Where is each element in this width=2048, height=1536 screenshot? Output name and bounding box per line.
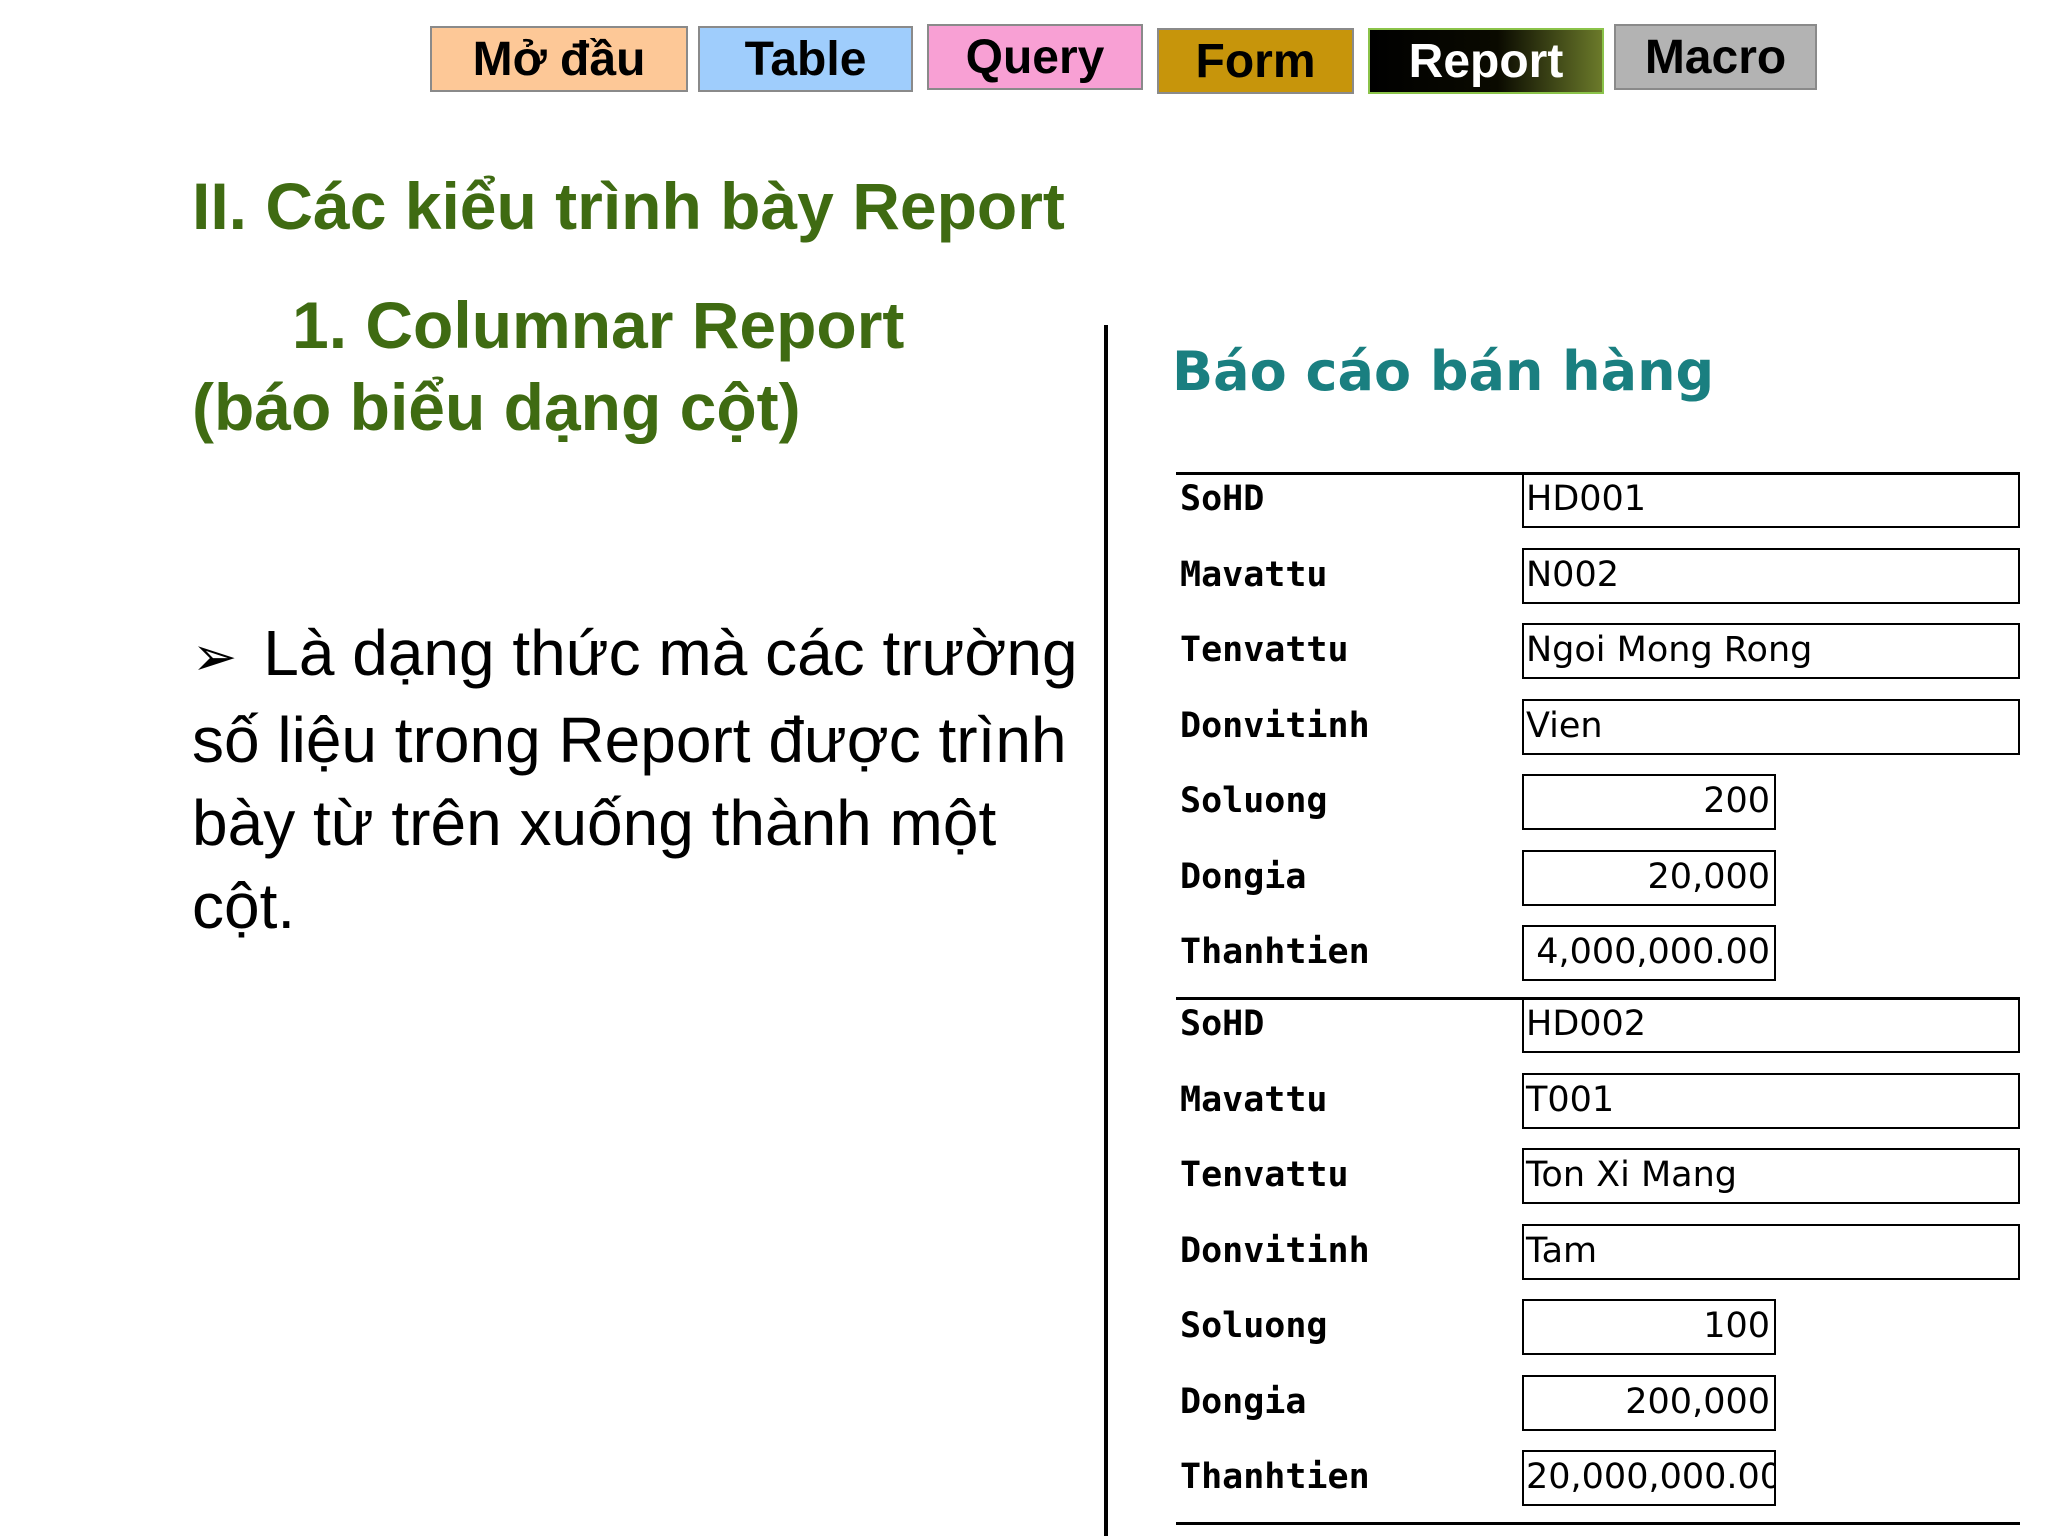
field-label: Mavattu (1180, 1079, 1328, 1120)
tab-report[interactable]: Report (1368, 28, 1604, 94)
field-value: Vien (1522, 698, 2020, 755)
report-title: Báo cáo bán hàng (1172, 340, 1715, 403)
tab-table[interactable]: Table (698, 26, 913, 92)
record-separator (1176, 1522, 2020, 1525)
field-value: T001 (1522, 1072, 2020, 1129)
bullet-text: Là dạng thức mà các trường số liệu trong… (192, 617, 1078, 942)
tab-query[interactable]: Query (927, 24, 1143, 90)
subtitle-line-2: (báo biểu dạng cột) (192, 370, 801, 444)
field-value: 200 (1522, 774, 1776, 830)
field-value: 200,000 (1522, 1374, 1776, 1431)
field-value: Tam (1522, 1223, 2020, 1280)
tab-form[interactable]: Form (1157, 28, 1354, 94)
slide-subtitle: 1. Columnar Report (báo biểu dạng cột) (192, 284, 904, 448)
field-label: SoHD (1180, 479, 1265, 519)
field-value: 20,000,000.00 (1522, 1450, 1776, 1506)
field-value: N002 (1522, 547, 2020, 604)
field-value: Ton Xi Mang (1522, 1148, 2020, 1204)
subtitle-line-1: 1. Columnar Report (292, 288, 905, 362)
vertical-divider (1104, 325, 1108, 1536)
field-label: Tenvattu (1180, 1155, 1349, 1195)
field-label: Thanhtien (1180, 1457, 1370, 1497)
field-value: Ngoi Mong Rong (1522, 623, 2020, 679)
field-label: Soluong (1180, 1306, 1328, 1346)
tab-macro[interactable]: Macro (1614, 24, 1817, 90)
field-value: HD001 (1522, 472, 2020, 528)
field-label: Tenvattu (1180, 630, 1349, 670)
bullet-paragraph: ➢ Là dạng thức mà các trường số liệu tron… (192, 612, 1092, 948)
field-value: 100 (1522, 1299, 1776, 1355)
field-label: Donvitinh (1180, 1230, 1370, 1271)
field-label: Donvitinh (1180, 705, 1370, 746)
field-value: HD002 (1522, 997, 2020, 1053)
slide-title: II. Các kiểu trình bày Report (192, 169, 1065, 243)
field-label: Thanhtien (1180, 932, 1370, 972)
field-label: Dongia (1180, 856, 1307, 897)
field-label: Dongia (1180, 1381, 1307, 1422)
field-value: 4,000,000.00 (1522, 925, 1776, 981)
tab-mo-dau[interactable]: Mở đầu (430, 26, 688, 92)
field-label: Soluong (1180, 781, 1328, 821)
field-label: Mavattu (1180, 554, 1328, 595)
arrow-bullet-icon: ➢ (192, 627, 238, 687)
field-label: SoHD (1180, 1004, 1265, 1044)
field-value: 20,000 (1522, 849, 1776, 906)
